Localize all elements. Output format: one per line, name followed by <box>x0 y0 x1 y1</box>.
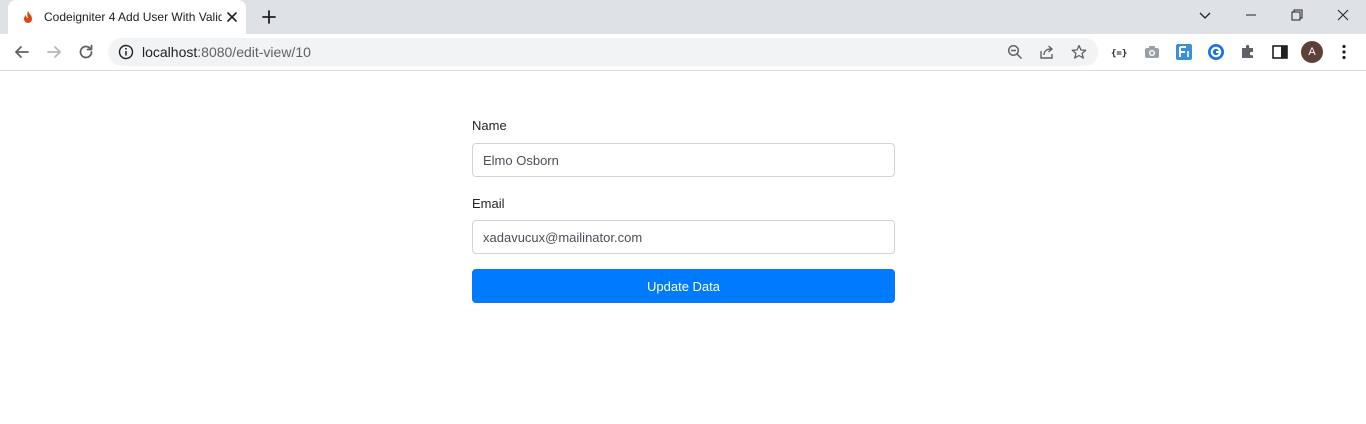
puzzle-icon <box>1242 44 1253 58</box>
side-panel-button[interactable] <box>1271 43 1289 61</box>
url-host: localhost <box>142 44 198 60</box>
url-path: :8080/edit-view/10 <box>197 44 311 60</box>
name-label: Name <box>472 118 507 133</box>
svg-text:{=}: {=} <box>1111 49 1127 59</box>
email-label: Email <box>472 196 505 211</box>
reload-icon <box>79 44 93 59</box>
window-close-button[interactable] <box>1320 0 1366 30</box>
name-field[interactable] <box>472 143 895 177</box>
side-panel-icon <box>1272 45 1288 59</box>
minimize-button[interactable] <box>1228 0 1274 30</box>
reload-button[interactable] <box>76 42 96 62</box>
info-icon[interactable] <box>118 44 134 60</box>
tab-search-button[interactable] <box>1182 0 1228 30</box>
forward-button[interactable] <box>44 42 64 62</box>
restore-button[interactable] <box>1274 0 1320 30</box>
star-icon <box>1071 44 1087 59</box>
address-bar[interactable]: localhost:8080/edit-view/10 <box>108 38 1098 66</box>
kebab-menu-icon <box>1342 44 1346 60</box>
flame-favicon-icon <box>24 11 32 23</box>
window-close-icon <box>1337 9 1349 21</box>
json-extension[interactable]: {=} <box>1110 43 1128 61</box>
back-arrow-icon <box>15 46 29 58</box>
browser-menu-button[interactable] <box>1335 43 1353 61</box>
g-extension[interactable] <box>1207 43 1225 61</box>
plus-icon[interactable] <box>260 8 278 26</box>
restore-icon <box>1291 9 1303 21</box>
chevron-down-icon <box>1199 12 1211 19</box>
camera-extension-icon <box>1145 46 1159 58</box>
share-icon <box>1040 45 1054 59</box>
zoom-out-icon <box>1007 44 1023 60</box>
forward-arrow-icon <box>47 46 61 58</box>
minimize-icon <box>1246 14 1256 16</box>
url-text[interactable]: localhost:8080/edit-view/10 <box>142 45 311 60</box>
extensions-button[interactable] <box>1239 43 1257 61</box>
close-icon[interactable] <box>224 9 240 25</box>
share-button[interactable] <box>1038 43 1056 61</box>
tab-title: Codeigniter 4 Add User With Validation <box>44 10 222 24</box>
avatar[interactable]: A <box>1301 41 1323 63</box>
f-extension[interactable] <box>1175 43 1193 61</box>
f-extension-icon <box>1176 44 1192 60</box>
zoom-button[interactable] <box>1006 43 1024 61</box>
update-data-button[interactable]: Update Data <box>472 269 895 303</box>
bookmark-button[interactable] <box>1070 43 1088 61</box>
back-button[interactable] <box>12 42 32 62</box>
email-field[interactable] <box>472 220 895 254</box>
g-extension-icon <box>1208 44 1224 60</box>
tab-strip: Codeigniter 4 Add User With Validation <box>0 0 1366 34</box>
json-extension-icon: {=} <box>1111 49 1127 59</box>
browser-tab[interactable]: Codeigniter 4 Add User With Validation <box>8 0 246 34</box>
browser-toolbar: localhost:8080/edit-view/10 {=} A <box>0 34 1366 71</box>
camera-extension[interactable] <box>1143 43 1161 61</box>
